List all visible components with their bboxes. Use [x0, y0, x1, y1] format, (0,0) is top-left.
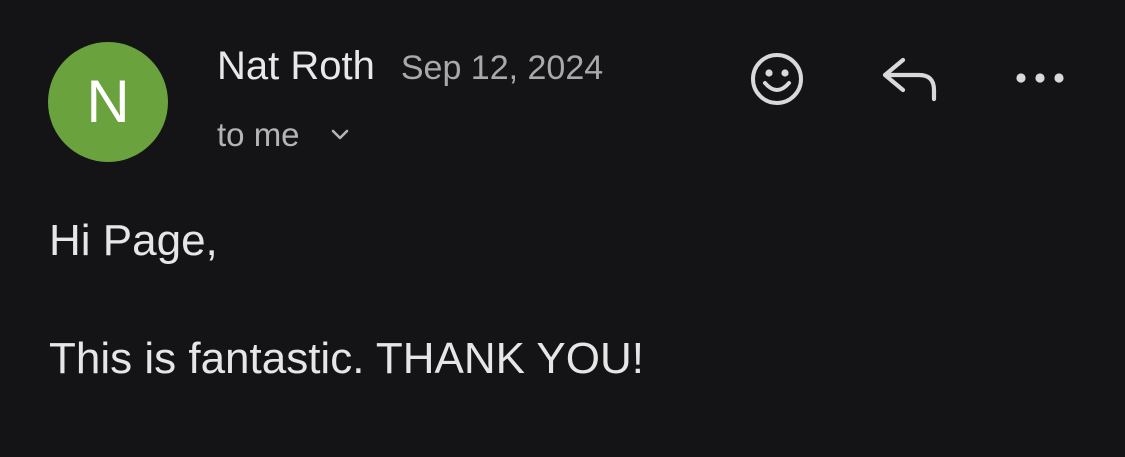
smiley-face-icon — [751, 53, 803, 105]
recipient-label: to me — [217, 116, 300, 153]
chevron-down-icon[interactable] — [330, 128, 350, 142]
email-header: Nat Roth Sep 12, 2024 — [217, 44, 603, 89]
reply-arrow-icon — [882, 57, 937, 102]
add-reaction-button[interactable] — [748, 50, 806, 108]
recipient-details-toggle[interactable]: to me — [217, 116, 350, 154]
sent-date: Sep 12, 2024 — [400, 49, 604, 87]
reply-button[interactable] — [878, 54, 940, 104]
sender-avatar[interactable]: N — [48, 42, 168, 162]
avatar-initial: N — [86, 68, 130, 135]
email-body-greeting: Hi Page, — [49, 216, 218, 265]
email-body-message: This is fantastic. THANK YOU! — [49, 334, 644, 383]
sender-name[interactable]: Nat Roth — [217, 44, 375, 89]
more-options-icon — [1016, 73, 1064, 83]
more-options-button[interactable] — [1012, 64, 1068, 92]
